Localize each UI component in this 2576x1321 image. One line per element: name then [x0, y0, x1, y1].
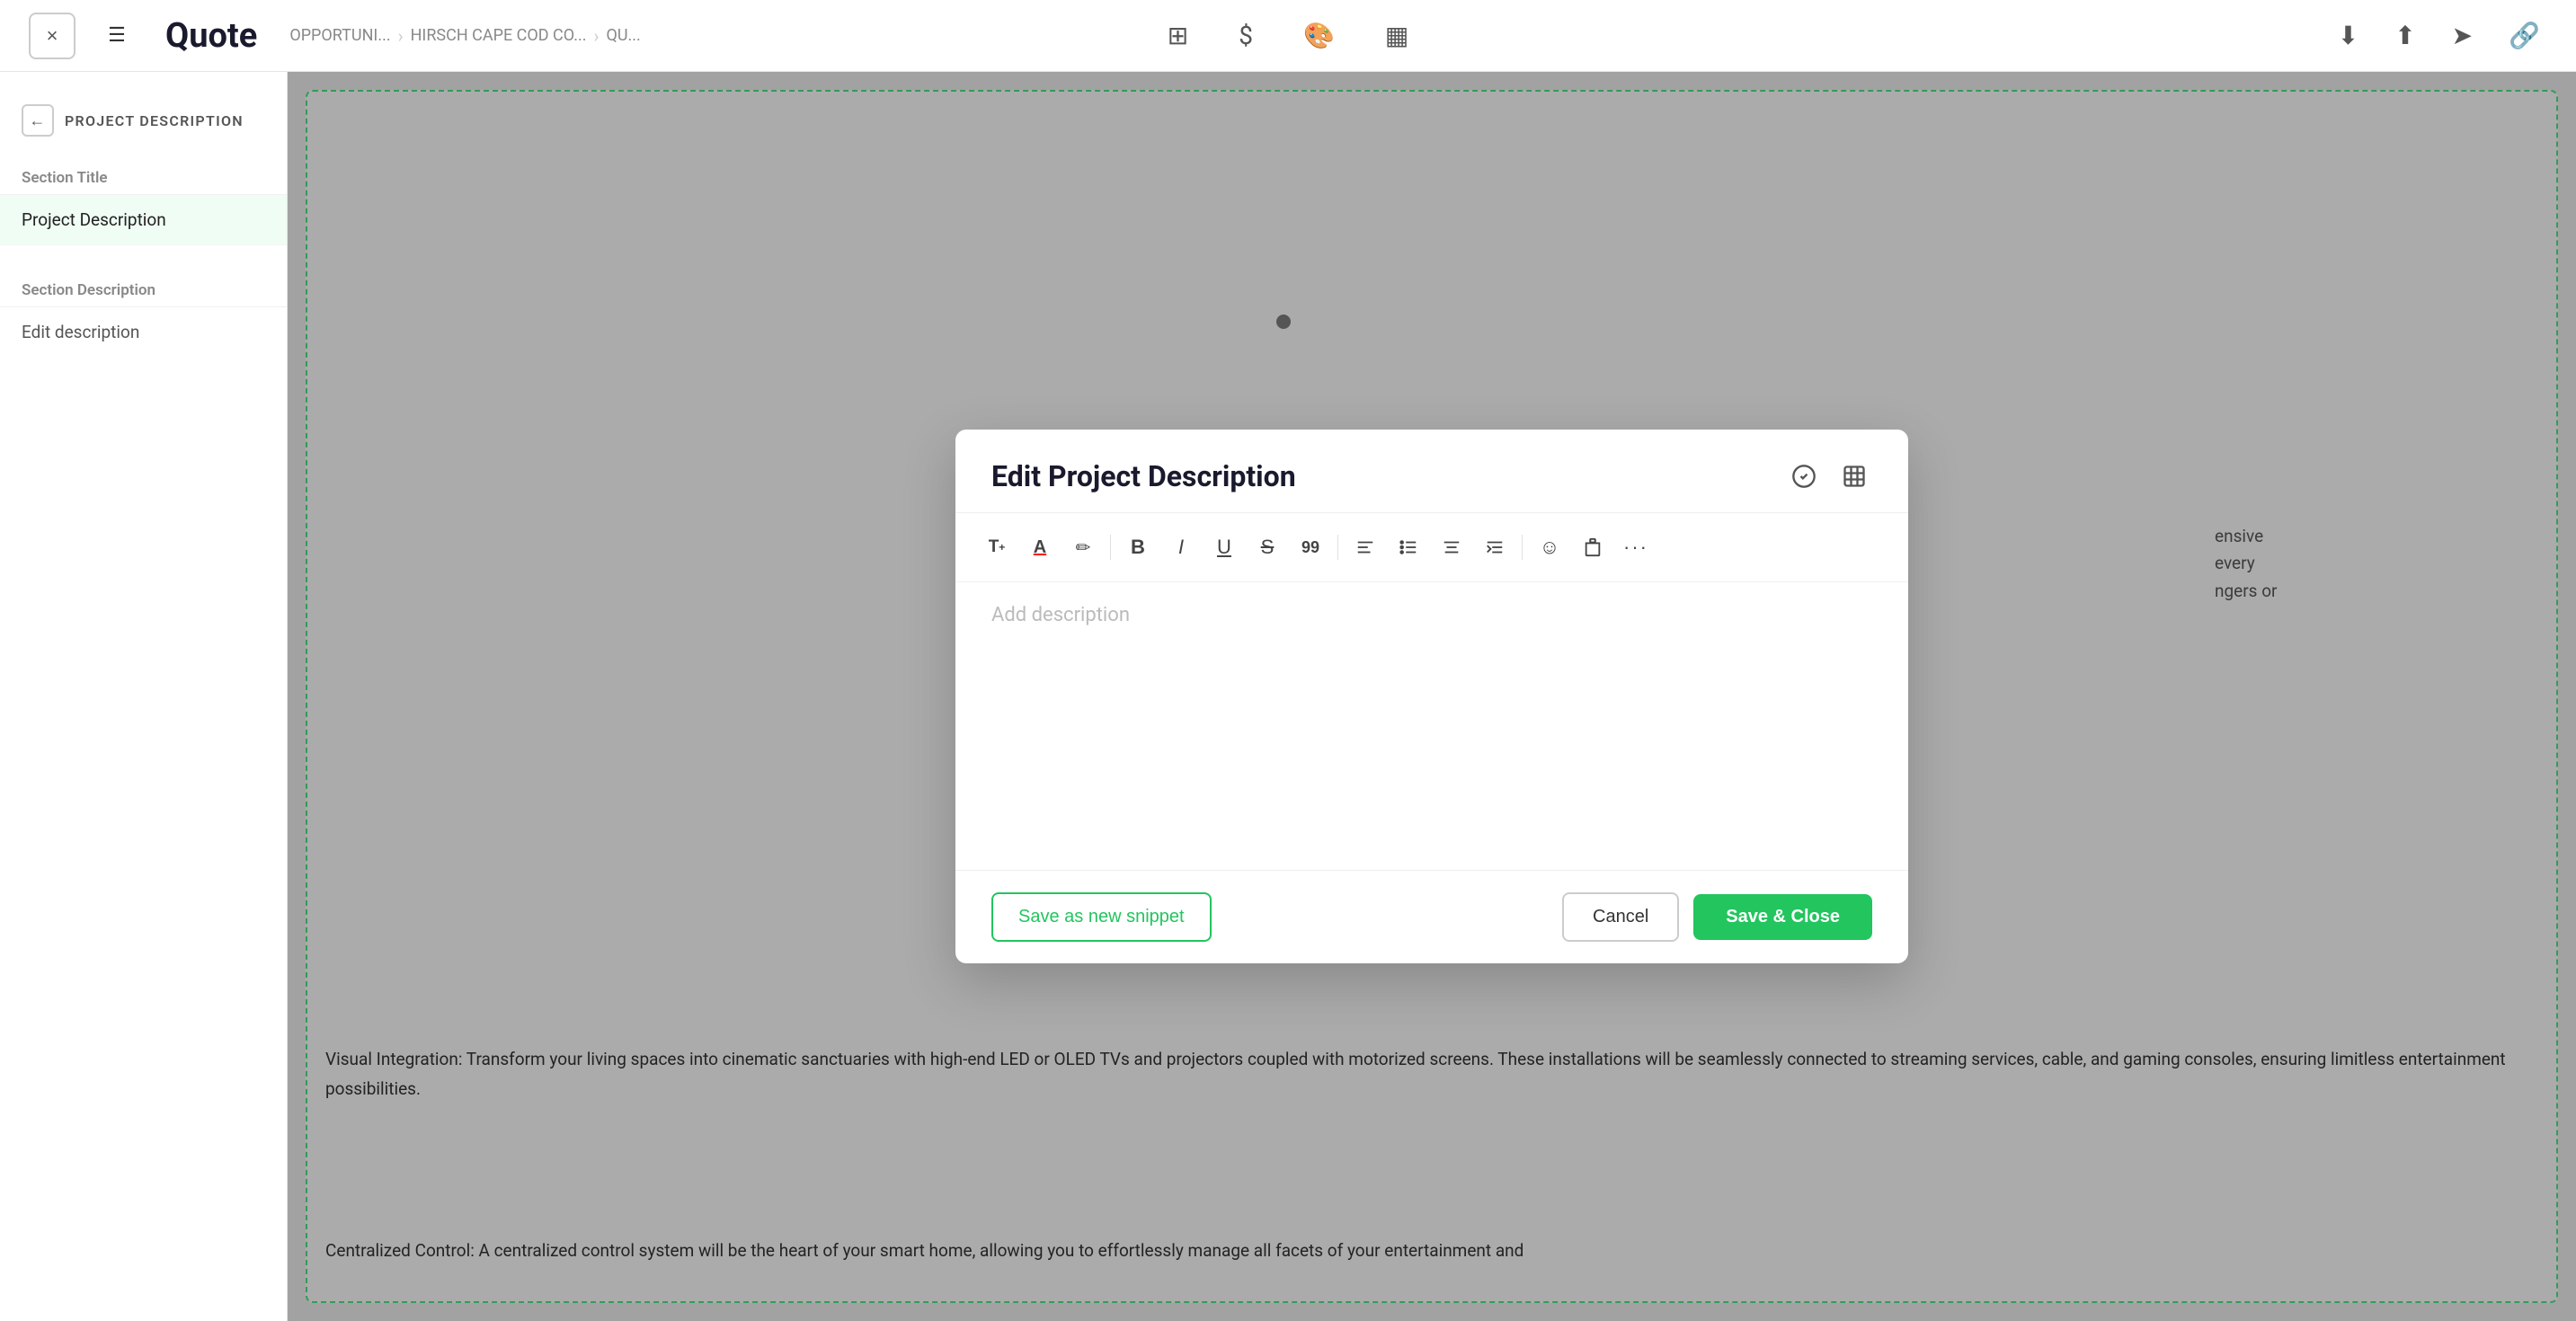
send-icon[interactable]: ➤: [2445, 13, 2480, 58]
indent-button[interactable]: [1475, 528, 1515, 567]
back-arrow-icon[interactable]: ←: [22, 104, 54, 137]
breadcrumb-item-3[interactable]: QU...: [606, 26, 640, 45]
text-color-button[interactable]: A: [1020, 528, 1060, 567]
underline-button[interactable]: U: [1204, 528, 1244, 567]
section-title-header: Section Title: [0, 162, 287, 195]
download-icon[interactable]: ⬇: [2331, 13, 2366, 58]
modal-title: Edit Project Description: [991, 459, 1296, 493]
modal-dialog: Edit Project Description: [955, 430, 1908, 963]
toolbar-sep-3: [1522, 535, 1523, 560]
italic-button[interactable]: I: [1161, 528, 1201, 567]
palette-icon[interactable]: 🎨: [1296, 13, 1342, 58]
text-style-button[interactable]: T+: [977, 528, 1017, 567]
bold-button[interactable]: B: [1118, 528, 1158, 567]
editor-placeholder: Add description: [991, 604, 1130, 626]
dollar-icon[interactable]: $: [1231, 13, 1260, 58]
content-area: ensiveeveryngers or Visual Integration: …: [288, 72, 2576, 1321]
breadcrumb-sep-2: ›: [593, 25, 599, 47]
sidebar-edit-desc-item[interactable]: Edit description: [0, 307, 287, 357]
sidebar: ← PROJECT DESCRIPTION Section Title Proj…: [0, 72, 288, 1321]
save-close-button[interactable]: Save & Close: [1693, 894, 1872, 940]
breadcrumb-item-1[interactable]: OPPORTUNI...: [289, 26, 390, 45]
align-left-button[interactable]: [1346, 528, 1385, 567]
upload-icon[interactable]: ⬆: [2387, 13, 2422, 58]
clipboard-button[interactable]: [1573, 528, 1612, 567]
grid-icon[interactable]: ⊞: [1160, 13, 1195, 58]
more-options-button[interactable]: ···: [1616, 528, 1656, 567]
app-header: × ☰ Quote OPPORTUNI... › HIRSCH CAPE COD…: [0, 0, 2576, 72]
toolbar-sep-2: [1337, 535, 1338, 560]
menu-button[interactable]: ☰: [93, 13, 140, 59]
sidebar-section-desc: Section Description Edit description: [0, 256, 287, 368]
header-center-icons: ⊞ $ 🎨 ▦: [1160, 13, 1417, 58]
editor-toolbar: T+ A ✏ B I U S 99: [955, 513, 1908, 582]
toolbar-sep-1: [1110, 535, 1111, 560]
header-right-icons: ⬇ ⬆ ➤ 🔗: [2331, 13, 2547, 58]
main-layout: ← PROJECT DESCRIPTION Section Title Proj…: [0, 72, 2576, 1321]
modal-footer: Save as new snippet Cancel Save & Close: [955, 870, 1908, 963]
cancel-button[interactable]: Cancel: [1562, 892, 1679, 942]
close-button[interactable]: ×: [29, 13, 76, 59]
align-center-button[interactable]: [1432, 528, 1471, 567]
sidebar-section-title: Section Title Project Description: [0, 151, 287, 256]
page-title: Quote: [165, 16, 257, 56]
sidebar-back[interactable]: ← PROJECT DESCRIPTION: [0, 90, 287, 151]
link-icon[interactable]: 🔗: [2501, 13, 2547, 58]
table-icon[interactable]: [1836, 458, 1872, 494]
layout-icon[interactable]: ▦: [1378, 13, 1416, 58]
quote-button[interactable]: 99: [1291, 528, 1330, 567]
emoji-button[interactable]: ☺: [1530, 528, 1569, 567]
bullet-list-button[interactable]: [1389, 528, 1428, 567]
breadcrumb-sep-1: ›: [398, 25, 404, 47]
modal-header-icons: [1786, 458, 1872, 494]
save-snippet-button[interactable]: Save as new snippet: [991, 892, 1212, 942]
editor-body[interactable]: Add description: [955, 582, 1908, 870]
section-desc-header: Section Description: [0, 267, 287, 307]
breadcrumb: OPPORTUNI... › HIRSCH CAPE COD CO... › Q…: [289, 25, 640, 47]
highlight-button[interactable]: ✏: [1063, 528, 1103, 567]
sidebar-section-title-item[interactable]: Project Description: [0, 195, 287, 245]
footer-right-buttons: Cancel Save & Close: [1562, 892, 1872, 942]
check-circle-icon[interactable]: [1786, 458, 1822, 494]
modal-header: Edit Project Description: [955, 430, 1908, 513]
header-left: × ☰ Quote OPPORTUNI... › HIRSCH CAPE COD…: [29, 13, 641, 59]
breadcrumb-item-2[interactable]: HIRSCH CAPE COD CO...: [411, 26, 587, 45]
modal-overlay: Edit Project Description: [288, 72, 2576, 1321]
strikethrough-button[interactable]: S: [1248, 528, 1287, 567]
